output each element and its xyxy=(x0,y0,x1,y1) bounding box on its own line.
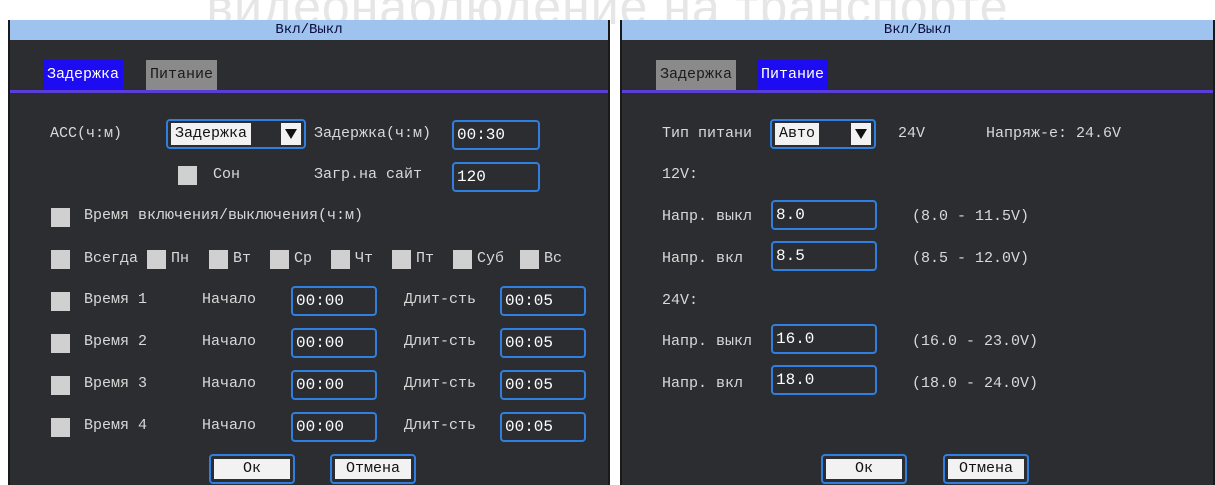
day-checkbox-sat[interactable] xyxy=(453,250,472,269)
section-24v-label: 24V: xyxy=(662,292,699,309)
day-checkbox-always[interactable] xyxy=(51,250,70,269)
on-voltage-label: Напр. вкл xyxy=(662,250,744,267)
duration-label: Длит-сть xyxy=(404,375,477,392)
day-label: Всегда xyxy=(84,250,139,267)
start-time-input[interactable]: 00:00 xyxy=(291,412,377,442)
v12-off-range: (8.0 - 11.5V) xyxy=(912,208,1030,225)
day-label: Суб xyxy=(477,250,505,267)
chevron-down-icon[interactable] xyxy=(851,123,871,145)
v24-off-range: (16.0 - 23.0V) xyxy=(912,333,1039,350)
ok-button-label: Ок xyxy=(214,459,290,479)
duration-label: Длит-сть xyxy=(404,333,477,350)
ok-button-label: Ок xyxy=(826,459,902,479)
section-12v-label: 12V: xyxy=(662,166,699,183)
delay-input[interactable]: 00:30 xyxy=(452,120,540,150)
duration-label: Длит-сть xyxy=(404,417,477,434)
day-label: Вт xyxy=(233,250,252,267)
day-label: Ср xyxy=(294,250,313,267)
ok-button[interactable]: Ок xyxy=(821,454,907,484)
cancel-button[interactable]: Отмена xyxy=(943,454,1029,484)
onoff-time-checkbox[interactable] xyxy=(51,208,70,227)
time-row-checkbox[interactable] xyxy=(51,376,70,395)
start-time-input[interactable]: 00:00 xyxy=(291,370,377,400)
v12-on-range: (8.5 - 12.0V) xyxy=(912,250,1030,267)
onoff-delay-dialog: Вкл/Выкл Задержка Питание ACC(ч:м) Задер… xyxy=(8,20,610,485)
time-row-checkbox[interactable] xyxy=(51,292,70,311)
start-label: Начало xyxy=(202,417,257,434)
acc-mode-value: Задержка xyxy=(171,123,252,145)
day-checkbox-thu[interactable] xyxy=(331,250,350,269)
tab-divider xyxy=(10,90,608,93)
upload-label: Загр.на сайт xyxy=(314,166,423,183)
duration-input[interactable]: 00:05 xyxy=(500,412,586,442)
time-row-label: Время 4 xyxy=(84,417,148,434)
v24-off-input[interactable]: 16.0 xyxy=(771,324,877,354)
onoff-time-label: Время включения/выключения(ч:м) xyxy=(84,207,364,224)
start-label: Начало xyxy=(202,375,257,392)
time-row-checkbox[interactable] xyxy=(51,418,70,437)
time-row-label: Время 3 xyxy=(84,375,148,392)
tab-power[interactable]: Питание xyxy=(757,60,829,90)
time-row-label: Время 2 xyxy=(84,333,148,350)
tab-delay[interactable]: Задержка xyxy=(656,60,737,90)
tab-power[interactable]: Питание xyxy=(146,60,218,90)
delay-label: Задержка(ч:м) xyxy=(314,125,432,142)
chevron-down-icon[interactable] xyxy=(281,123,301,145)
sleep-label: Сон xyxy=(213,166,241,183)
day-checkbox-mon[interactable] xyxy=(147,250,166,269)
day-checkbox-sun[interactable] xyxy=(520,250,539,269)
dialog-title: Вкл/Выкл xyxy=(622,20,1213,40)
day-checkbox-tue[interactable] xyxy=(209,250,228,269)
cancel-button-label: Отмена xyxy=(948,459,1024,479)
upload-input[interactable]: 120 xyxy=(452,162,540,192)
v24-on-input[interactable]: 18.0 xyxy=(771,365,877,395)
day-label: Пт xyxy=(416,250,435,267)
acc-label: ACC(ч:м) xyxy=(50,125,123,142)
power-type-value: Авто xyxy=(775,123,820,145)
dialog-title: Вкл/Выкл xyxy=(10,20,608,40)
current-voltage: Напряж-е: 24.6V xyxy=(986,125,1122,142)
v12-off-input[interactable]: 8.0 xyxy=(771,200,877,230)
off-voltage-label: Напр. выкл xyxy=(662,208,753,225)
ok-button[interactable]: Ок xyxy=(209,454,295,484)
day-checkbox-fri[interactable] xyxy=(392,250,411,269)
day-label: Чт xyxy=(355,250,374,267)
duration-input[interactable]: 00:05 xyxy=(500,286,586,316)
day-label: Пн xyxy=(171,250,190,267)
on-voltage-label: Напр. вкл xyxy=(662,375,744,392)
start-label: Начало xyxy=(202,291,257,308)
start-time-input[interactable]: 00:00 xyxy=(291,328,377,358)
tab-divider xyxy=(622,90,1213,93)
start-time-input[interactable]: 00:00 xyxy=(291,286,377,316)
day-checkbox-wed[interactable] xyxy=(270,250,289,269)
cancel-button[interactable]: Отмена xyxy=(330,454,416,484)
duration-input[interactable]: 00:05 xyxy=(500,328,586,358)
acc-mode-select[interactable]: Задержка xyxy=(166,119,306,149)
onoff-power-dialog: Вкл/Выкл Задержка Питание Тип питани Авт… xyxy=(620,20,1215,485)
sleep-checkbox[interactable] xyxy=(178,166,197,185)
v12-on-input[interactable]: 8.5 xyxy=(771,241,877,271)
power-type-label: Тип питани xyxy=(662,125,753,142)
power-type-select[interactable]: Авто xyxy=(770,119,876,149)
duration-input[interactable]: 00:05 xyxy=(500,370,586,400)
off-voltage-label: Напр. выкл xyxy=(662,333,753,350)
tab-delay[interactable]: Задержка xyxy=(43,60,124,90)
cancel-button-label: Отмена xyxy=(335,459,411,479)
time-row-checkbox[interactable] xyxy=(51,334,70,353)
start-label: Начало xyxy=(202,333,257,350)
power-nominal: 24V xyxy=(898,125,926,142)
v24-on-range: (18.0 - 24.0V) xyxy=(912,375,1039,392)
day-label: Вс xyxy=(544,250,563,267)
duration-label: Длит-сть xyxy=(404,291,477,308)
time-row-label: Время 1 xyxy=(84,291,148,308)
